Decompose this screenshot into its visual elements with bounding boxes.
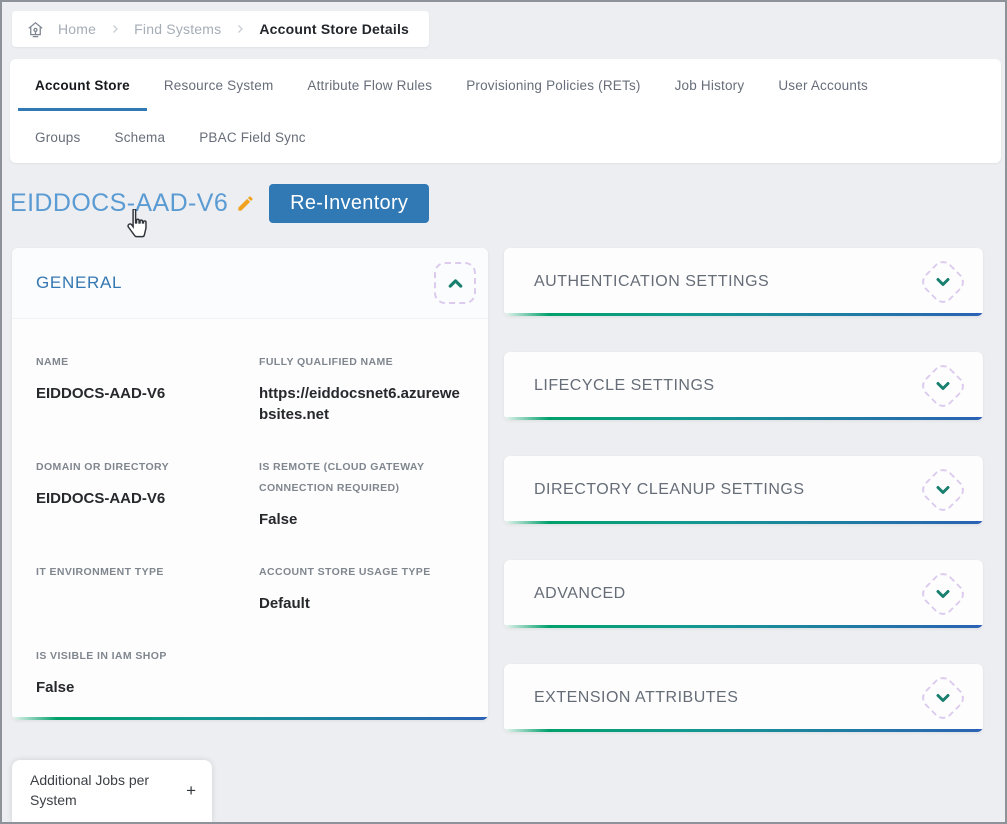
panel-accent-line	[504, 729, 983, 732]
page-title[interactable]: EIDDOCS-AAD-V6	[10, 189, 228, 218]
field-is-remote: IS REMOTE (CLOUD GATEWAY CONNECTION REQU…	[259, 457, 464, 530]
panel-title: DIRECTORY CLEANUP SETTINGS	[534, 481, 805, 499]
field-label: IS VISIBLE IN IAM SHOP	[36, 646, 241, 667]
home-icon[interactable]	[26, 20, 45, 39]
panel-title: AUTHENTICATION SETTINGS	[534, 273, 769, 291]
breadcrumb: Home Find Systems Account Store Details	[12, 11, 429, 47]
authentication-settings-panel: AUTHENTICATION SETTINGS	[504, 248, 983, 316]
chevron-down-icon	[929, 476, 957, 504]
expand-authentication-settings-button[interactable]	[918, 257, 969, 308]
panel-title: ADVANCED	[534, 585, 626, 603]
general-fields: NAME EIDDOCS-AAD-V6 FULLY QUALIFIED NAME…	[12, 319, 488, 720]
field-value: False	[36, 677, 241, 698]
field-value: https://eiddocsnet6.azurewebsites.net	[259, 383, 464, 425]
expand-extension-attributes-button[interactable]	[918, 673, 969, 724]
field-value: EIDDOCS-AAD-V6	[36, 383, 241, 404]
chevron-down-icon	[929, 268, 957, 296]
field-label: NAME	[36, 352, 241, 373]
panel-title: LIFECYCLE SETTINGS	[534, 377, 715, 395]
additional-jobs-card[interactable]: Additional Jobs per System +	[12, 760, 212, 822]
field-label: ACCOUNT STORE USAGE TYPE	[259, 562, 464, 583]
tab-pbac-field-sync[interactable]: PBAC Field Sync	[182, 111, 323, 163]
field-label: FULLY QUALIFIED NAME	[259, 352, 464, 373]
panel-title: EXTENSION ATTRIBUTES	[534, 689, 738, 707]
chevron-down-icon	[929, 684, 957, 712]
panel-accent-line	[12, 717, 488, 720]
add-job-button[interactable]: +	[186, 781, 196, 801]
tab-schema[interactable]: Schema	[97, 111, 182, 163]
chevron-up-icon	[445, 273, 466, 294]
chevron-right-icon	[234, 23, 246, 35]
chevron-down-icon	[929, 372, 957, 400]
tab-user-accounts[interactable]: User Accounts	[761, 59, 885, 111]
tab-provisioning-policies[interactable]: Provisioning Policies (RETs)	[449, 59, 657, 111]
tabs-card: Account Store Resource System Attribute …	[10, 59, 1001, 163]
main-content: GENERAL NAME EIDDOCS-AAD-V6 FULLY QUALIF…	[12, 248, 985, 768]
panel-accent-line	[504, 417, 983, 420]
expand-lifecycle-settings-button[interactable]	[918, 361, 969, 412]
breadcrumb-home[interactable]: Home	[58, 21, 96, 37]
tab-resource-system[interactable]: Resource System	[147, 59, 291, 111]
field-name: NAME EIDDOCS-AAD-V6	[36, 352, 241, 425]
field-it-environment-type: IT ENVIRONMENT TYPE	[36, 562, 241, 614]
general-collapse-button[interactable]	[434, 262, 476, 304]
general-panel: GENERAL NAME EIDDOCS-AAD-V6 FULLY QUALIF…	[12, 248, 488, 720]
left-column: GENERAL NAME EIDDOCS-AAD-V6 FULLY QUALIF…	[12, 248, 488, 768]
tab-row-2: Groups Schema PBAC Field Sync	[18, 111, 993, 163]
directory-cleanup-settings-panel: DIRECTORY CLEANUP SETTINGS	[504, 456, 983, 524]
advanced-panel: ADVANCED	[504, 560, 983, 628]
pencil-icon	[236, 194, 255, 213]
title-row: EIDDOCS-AAD-V6 Re-Inventory	[10, 184, 429, 223]
tab-row-1: Account Store Resource System Attribute …	[18, 59, 993, 111]
general-panel-header: GENERAL	[12, 248, 488, 319]
field-value: Default	[259, 593, 464, 614]
field-label: DOMAIN OR DIRECTORY	[36, 457, 241, 478]
account-store-details-page: Home Find Systems Account Store Details …	[0, 0, 1007, 824]
field-account-store-usage-type: ACCOUNT STORE USAGE TYPE Default	[259, 562, 464, 614]
expand-advanced-button[interactable]	[918, 569, 969, 620]
extension-attributes-panel: EXTENSION ATTRIBUTES	[504, 664, 983, 732]
chevron-right-icon	[109, 23, 121, 35]
field-value: False	[259, 509, 464, 530]
tab-job-history[interactable]: Job History	[658, 59, 762, 111]
re-inventory-button[interactable]: Re-Inventory	[269, 184, 429, 223]
right-column: AUTHENTICATION SETTINGS LIFECYCLE SETTIN…	[504, 248, 983, 768]
panel-accent-line	[504, 625, 983, 628]
field-fully-qualified-name: FULLY QUALIFIED NAME https://eiddocsnet6…	[259, 352, 464, 425]
breadcrumb-find-systems[interactable]: Find Systems	[134, 21, 221, 37]
expand-directory-cleanup-settings-button[interactable]	[918, 465, 969, 516]
additional-jobs-label: Additional Jobs per System	[30, 771, 172, 810]
field-label: IS REMOTE (CLOUD GATEWAY CONNECTION REQU…	[259, 457, 464, 499]
tab-account-store[interactable]: Account Store	[18, 59, 147, 111]
tab-groups[interactable]: Groups	[18, 111, 97, 163]
panel-accent-line	[504, 521, 983, 524]
panel-accent-line	[504, 313, 983, 316]
general-panel-title: GENERAL	[36, 273, 122, 293]
field-label: IT ENVIRONMENT TYPE	[36, 562, 241, 583]
tab-attribute-flow-rules[interactable]: Attribute Flow Rules	[290, 59, 449, 111]
edit-title-button[interactable]	[236, 194, 255, 213]
breadcrumb-current: Account Store Details	[259, 21, 409, 37]
field-is-visible-in-iam-shop: IS VISIBLE IN IAM SHOP False	[36, 646, 241, 698]
chevron-down-icon	[929, 580, 957, 608]
field-domain-or-directory: DOMAIN OR DIRECTORY EIDDOCS-AAD-V6	[36, 457, 241, 530]
lifecycle-settings-panel: LIFECYCLE SETTINGS	[504, 352, 983, 420]
field-value: EIDDOCS-AAD-V6	[36, 488, 241, 509]
